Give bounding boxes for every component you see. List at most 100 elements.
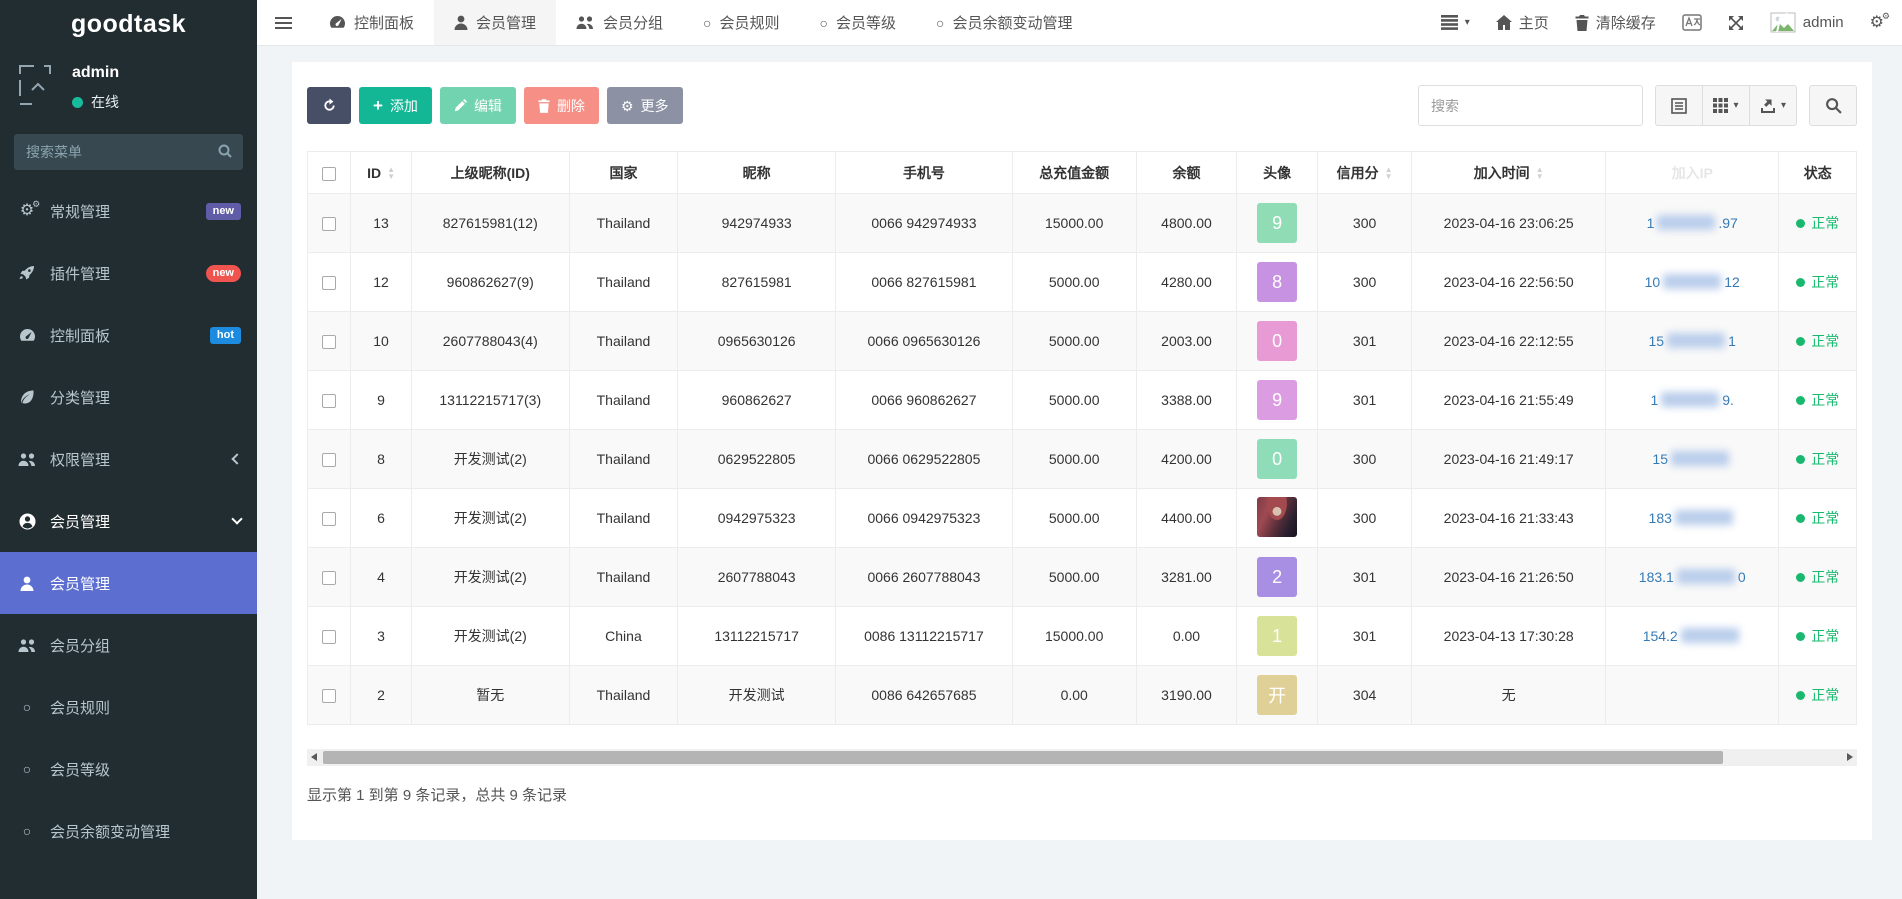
avatar[interactable]: 2 <box>1257 557 1297 597</box>
add-button[interactable]: + 添加 <box>359 87 432 124</box>
col-total_recharge: 总充值金额 <box>1012 152 1136 194</box>
sidebar-item-addon[interactable]: 插件管理new <box>0 242 257 304</box>
join-ip-link[interactable]: 183.10 <box>1639 569 1746 585</box>
sidebar-item-user[interactable]: 会员管理 <box>0 490 257 552</box>
row-checkbox[interactable] <box>322 276 336 290</box>
join-ip-link[interactable]: 1.97 <box>1647 215 1738 231</box>
sidebar-item-label: 常规管理 <box>50 201 206 222</box>
avatar[interactable]: 0 <box>1257 439 1297 479</box>
cell-avatar: 9 <box>1237 194 1318 253</box>
scroll-right-arrow-icon[interactable] <box>1847 753 1853 761</box>
select-all-checkbox[interactable] <box>322 167 336 181</box>
home-button[interactable]: 主页 <box>1496 12 1549 33</box>
row-checkbox[interactable] <box>322 394 336 408</box>
cell-check <box>308 666 351 725</box>
sidebar-item-general[interactable]: ⚙⚙常规管理new <box>0 180 257 242</box>
scroll-left-arrow-icon[interactable] <box>311 753 317 761</box>
col-label: 国家 <box>609 165 637 181</box>
sidebar-toggle-button[interactable] <box>257 0 309 45</box>
tabs-menu-dropdown[interactable]: ▾ <box>1441 15 1470 30</box>
search-submit-button[interactable] <box>1809 85 1857 126</box>
sidebar-subitem-user-list[interactable]: 会员管理 <box>0 552 257 614</box>
cell-credit: 300 <box>1317 194 1411 253</box>
avatar[interactable]: 1 <box>1257 616 1297 656</box>
cell-check <box>308 371 351 430</box>
sort-icon: ▲▼ <box>1536 167 1544 180</box>
join-ip-link[interactable]: 19. <box>1650 392 1733 408</box>
col-label: 加入时间 <box>1474 165 1530 181</box>
user-menu[interactable]: admin <box>1770 12 1844 33</box>
sidebar-subitem-user-level[interactable]: ○会员等级 <box>0 738 257 800</box>
avatar[interactable]: 9 <box>1257 203 1297 243</box>
avatar-photo[interactable] <box>1257 497 1297 537</box>
col-credit[interactable]: 信用分▲▼ <box>1317 152 1411 194</box>
cell-id: 9 <box>351 371 411 430</box>
tab-user-rule[interactable]: ○会员规则 <box>683 0 799 45</box>
row-checkbox[interactable] <box>322 512 336 526</box>
col-label: 余额 <box>1172 165 1200 181</box>
sidebar-subitem-user-rule[interactable]: ○会员规则 <box>0 676 257 738</box>
sidebar-subitem-user-group[interactable]: 会员分组 <box>0 614 257 676</box>
cell-nickname: 942974933 <box>678 194 836 253</box>
row-checkbox[interactable] <box>322 630 336 644</box>
col-label: 昵称 <box>743 165 771 181</box>
table-search-input[interactable] <box>1418 85 1643 126</box>
columns-button[interactable]: ▾ <box>1702 85 1750 126</box>
sidebar: goodtask admin 在线 ⚙⚙常规管理new插件管理 <box>0 0 257 899</box>
join-ip-link[interactable]: 183 <box>1649 510 1736 526</box>
cell-parent: 开发测试(2) <box>411 489 569 548</box>
tab-user-moneylog[interactable]: ○会员余额变动管理 <box>916 0 1092 45</box>
tab-dashboard[interactable]: 控制面板 <box>309 0 434 45</box>
clear-cache-button[interactable]: 清除缓存 <box>1575 12 1656 33</box>
sidebar-item-auth[interactable]: 权限管理 <box>0 428 257 490</box>
cell-check <box>308 548 351 607</box>
cell-mobile: 0066 827615981 <box>836 253 1013 312</box>
detail-view-button[interactable] <box>1655 85 1703 126</box>
export-button[interactable]: ▾ <box>1749 85 1797 126</box>
delete-button[interactable]: 删除 <box>524 87 599 124</box>
more-button[interactable]: ⚙ 更多 <box>607 87 683 124</box>
cell-check <box>308 312 351 371</box>
cell-mobile: 0066 0942975323 <box>836 489 1013 548</box>
col-label: 手机号 <box>903 165 945 181</box>
sidebar-item-dashboard[interactable]: 控制面板hot <box>0 304 257 366</box>
sidebar-search <box>14 134 243 170</box>
tab-label: 会员管理 <box>476 12 536 33</box>
row-checkbox[interactable] <box>322 335 336 349</box>
sidebar-subitem-user-moneylog[interactable]: ○会员余额变动管理 <box>0 800 257 862</box>
tab-user-group[interactable]: 会员分组 <box>556 0 683 45</box>
horizontal-scrollbar[interactable] <box>307 749 1857 766</box>
language-switch-button[interactable] <box>1682 14 1702 31</box>
row-checkbox[interactable] <box>322 571 336 585</box>
cell-balance: 4800.00 <box>1136 194 1237 253</box>
join-ip-link[interactable]: 1012 <box>1645 274 1740 290</box>
refresh-button[interactable] <box>307 87 351 124</box>
chevron-down-icon: ▾ <box>1465 17 1470 28</box>
col-id[interactable]: ID▲▼ <box>351 152 411 194</box>
avatar[interactable]: 9 <box>1257 380 1297 420</box>
row-checkbox[interactable] <box>322 217 336 231</box>
avatar[interactable]: 8 <box>1257 262 1297 302</box>
join-ip-link[interactable]: 154.2 <box>1643 628 1742 644</box>
join-ip-link[interactable]: 151 <box>1649 333 1736 349</box>
table-body: 13827615981(12)Thailand9429749330066 942… <box>308 194 1857 725</box>
edit-button[interactable]: 编辑 <box>440 87 516 124</box>
sidebar-item-category[interactable]: 分类管理 <box>0 366 257 428</box>
fullscreen-button[interactable] <box>1728 15 1744 31</box>
row-checkbox[interactable] <box>322 689 336 703</box>
col-join_time[interactable]: 加入时间 ▲▼ <box>1412 152 1606 194</box>
tab-user[interactable]: 会员管理 <box>434 0 556 45</box>
circle-icon: ○ <box>16 700 38 714</box>
settings-button[interactable]: ⚙⚙ <box>1870 15 1884 31</box>
tab-user-level[interactable]: ○会员等级 <box>800 0 916 45</box>
dashboard-icon <box>16 328 38 343</box>
status-badge: 正常 <box>1796 213 1839 233</box>
join-ip-link[interactable]: 15 <box>1652 451 1732 467</box>
toolbar-right: ▾ ▾ <box>1418 85 1857 126</box>
scrollbar-thumb[interactable] <box>323 751 1723 764</box>
avatar[interactable]: 开 <box>1257 675 1297 715</box>
row-checkbox[interactable] <box>322 453 336 467</box>
col-label: 信用分 <box>1337 165 1379 181</box>
avatar[interactable]: 0 <box>1257 321 1297 361</box>
menu-search-input[interactable] <box>14 134 243 170</box>
